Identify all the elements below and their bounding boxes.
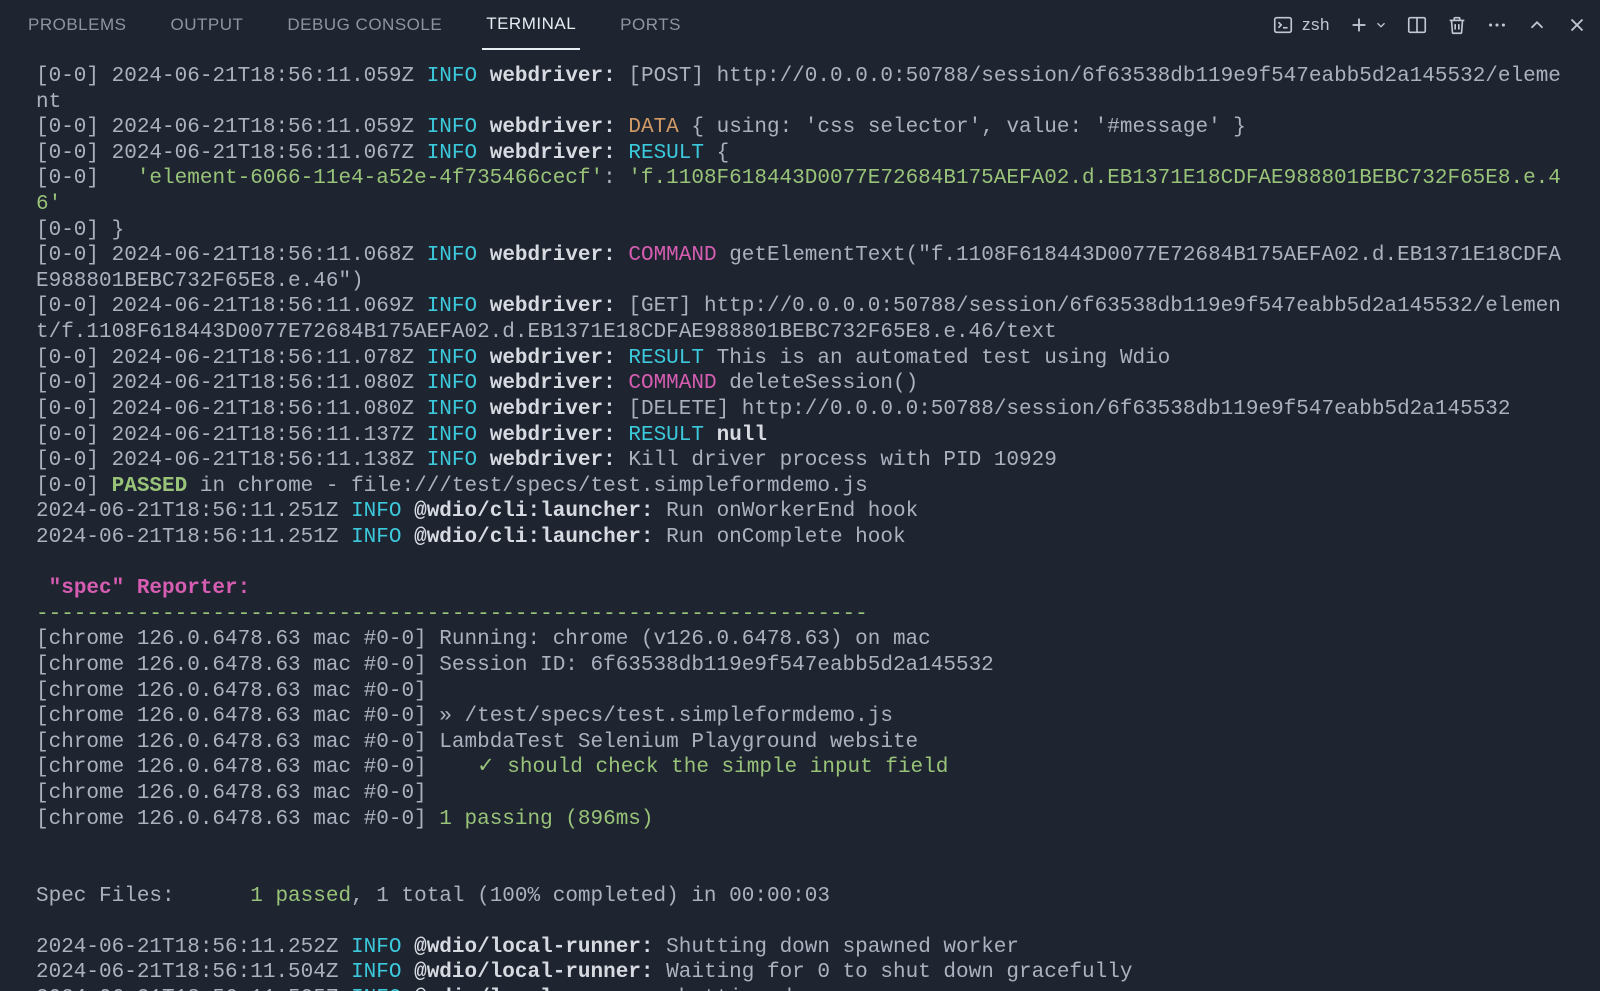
log-line: [0-0] 2024-06-21T18:56:11.067Z INFO webd… xyxy=(36,142,729,165)
log-line: [0-0] 2024-06-21T18:56:11.078Z INFO webd… xyxy=(36,347,1170,370)
spec-line: [chrome 126.0.6478.63 mac #0-0] LambdaTe… xyxy=(36,731,918,754)
more-icon[interactable] xyxy=(1486,14,1508,36)
log-line: 2024-06-21T18:56:11.505Z INFO @wdio/loca… xyxy=(36,987,830,991)
tab-ports[interactable]: PORTS xyxy=(616,1,685,49)
spec-line: [chrome 126.0.6478.63 mac #0-0] » /test/… xyxy=(36,705,893,728)
divider-line: ----------------------------------------… xyxy=(36,603,868,626)
chevron-up-icon[interactable] xyxy=(1526,14,1548,36)
log-line: 2024-06-21T18:56:11.252Z INFO @wdio/loca… xyxy=(36,936,1019,959)
log-line: [0-0] PASSED in chrome - file:///test/sp… xyxy=(36,475,868,498)
log-line: [0-0] 2024-06-21T18:56:11.137Z INFO webd… xyxy=(36,424,767,447)
tab-terminal[interactable]: TERMINAL xyxy=(482,0,580,50)
tab-output[interactable]: OUTPUT xyxy=(166,1,247,49)
log-line: [0-0] 2024-06-21T18:56:11.059Z INFO webd… xyxy=(36,116,1246,139)
chevron-down-icon[interactable] xyxy=(1374,14,1388,36)
log-line: [0-0] 2024-06-21T18:56:11.069Z INFO webd… xyxy=(36,295,1561,344)
log-line: [0-0] 2024-06-21T18:56:11.138Z INFO webd… xyxy=(36,449,1057,472)
spec-line: [chrome 126.0.6478.63 mac #0-0] Running:… xyxy=(36,628,931,651)
log-line: [0-0] 2024-06-21T18:56:11.068Z INFO webd… xyxy=(36,244,1561,293)
terminal-icon xyxy=(1272,14,1294,36)
new-terminal-group xyxy=(1348,14,1388,36)
terminal-toolbar: zsh xyxy=(1272,14,1588,36)
reporter-header: "spec" Reporter: xyxy=(36,577,250,600)
split-terminal-icon[interactable] xyxy=(1406,14,1428,36)
spec-line: [chrome 126.0.6478.63 mac #0-0] xyxy=(36,782,427,805)
log-line: [0-0] 2024-06-21T18:56:11.080Z INFO webd… xyxy=(36,398,1511,421)
tab-debug-console[interactable]: DEBUG CONSOLE xyxy=(283,1,446,49)
log-line: 2024-06-21T18:56:11.251Z INFO @wdio/cli:… xyxy=(36,526,906,549)
log-line: 2024-06-21T18:56:11.251Z INFO @wdio/cli:… xyxy=(36,500,918,523)
log-line: [0-0] 'element-6066-11e4-a52e-4f735466ce… xyxy=(36,167,1561,216)
plus-icon[interactable] xyxy=(1348,14,1370,36)
tab-problems[interactable]: PROBLEMS xyxy=(24,1,130,49)
log-line: [0-0] 2024-06-21T18:56:11.080Z INFO webd… xyxy=(36,372,918,395)
active-shell[interactable]: zsh xyxy=(1272,14,1330,36)
terminal-output[interactable]: [0-0] 2024-06-21T18:56:11.059Z INFO webd… xyxy=(0,50,1600,991)
log-line: 2024-06-21T18:56:11.504Z INFO @wdio/loca… xyxy=(36,961,1132,984)
close-icon[interactable] xyxy=(1566,14,1588,36)
spec-line: [chrome 126.0.6478.63 mac #0-0] Session … xyxy=(36,654,994,677)
log-line: [0-0] } xyxy=(36,219,124,242)
spec-files-summary: Spec Files: 1 passed, 1 total (100% comp… xyxy=(36,885,830,908)
panel-tabs: PROBLEMS OUTPUT DEBUG CONSOLE TERMINAL P… xyxy=(24,0,685,50)
log-line: [0-0] 2024-06-21T18:56:11.059Z INFO webd… xyxy=(36,65,1561,114)
panel-tab-bar: PROBLEMS OUTPUT DEBUG CONSOLE TERMINAL P… xyxy=(0,0,1600,50)
spec-line: [chrome 126.0.6478.63 mac #0-0] ✓ should… xyxy=(36,756,948,779)
spec-line: [chrome 126.0.6478.63 mac #0-0] xyxy=(36,680,427,703)
shell-name: zsh xyxy=(1302,15,1330,35)
trash-icon[interactable] xyxy=(1446,14,1468,36)
spec-line: [chrome 126.0.6478.63 mac #0-0] 1 passin… xyxy=(36,808,654,831)
